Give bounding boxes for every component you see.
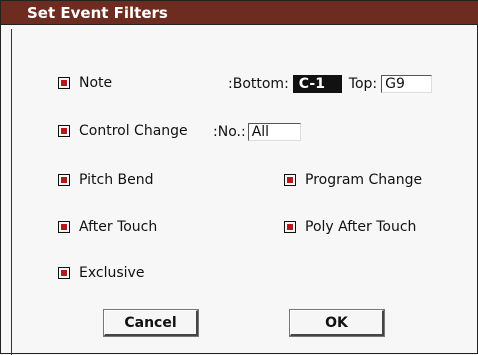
control-number-fields: :No.: All: [213, 123, 301, 141]
pitch-bend-filter-row: Pitch Bend: [58, 172, 154, 188]
after-touch-checkbox[interactable]: [58, 221, 70, 233]
poly-after-touch-label: Poly After Touch: [305, 219, 417, 235]
exclusive-checkbox[interactable]: [58, 267, 70, 279]
after-touch-filter-row: After Touch: [58, 219, 157, 235]
after-touch-label: After Touch: [79, 219, 158, 235]
set-event-filters-dialog: Set Event Filters Note :Bottom: C-1 Top:…: [0, 0, 478, 355]
cc-number-field[interactable]: All: [247, 123, 301, 141]
note-checkbox[interactable]: [58, 77, 70, 89]
top-label: Top:: [348, 76, 378, 92]
exclusive-filter-row: Exclusive: [58, 265, 144, 281]
exclusive-label: Exclusive: [79, 265, 145, 281]
program-change-checkbox[interactable]: [284, 174, 296, 186]
poly-after-touch-filter-row: Poly After Touch: [284, 219, 416, 235]
bottom-label: :Bottom:: [228, 76, 289, 92]
poly-after-touch-checkbox[interactable]: [284, 221, 296, 233]
top-value-field[interactable]: G9: [381, 75, 433, 93]
bottom-value-field[interactable]: C-1: [292, 75, 342, 93]
dialog-left-rule: [11, 29, 12, 355]
pitch-bend-checkbox[interactable]: [58, 174, 70, 186]
control-change-label: Control Change: [79, 123, 188, 139]
pitch-bend-label: Pitch Bend: [79, 172, 154, 188]
cc-number-label: :No.:: [213, 124, 246, 140]
note-label: Note: [79, 75, 113, 91]
note-filter-row: Note: [58, 75, 112, 91]
cancel-button[interactable]: Cancel: [103, 309, 199, 337]
ok-button[interactable]: OK: [289, 309, 385, 337]
program-change-filter-row: Program Change: [284, 172, 422, 188]
control-change-checkbox[interactable]: [58, 125, 70, 137]
program-change-label: Program Change: [305, 172, 423, 188]
control-change-filter-row: Control Change: [58, 123, 188, 139]
note-range-fields: :Bottom: C-1 Top: G9: [228, 75, 433, 93]
dialog-title: Set Event Filters: [1, 1, 478, 25]
